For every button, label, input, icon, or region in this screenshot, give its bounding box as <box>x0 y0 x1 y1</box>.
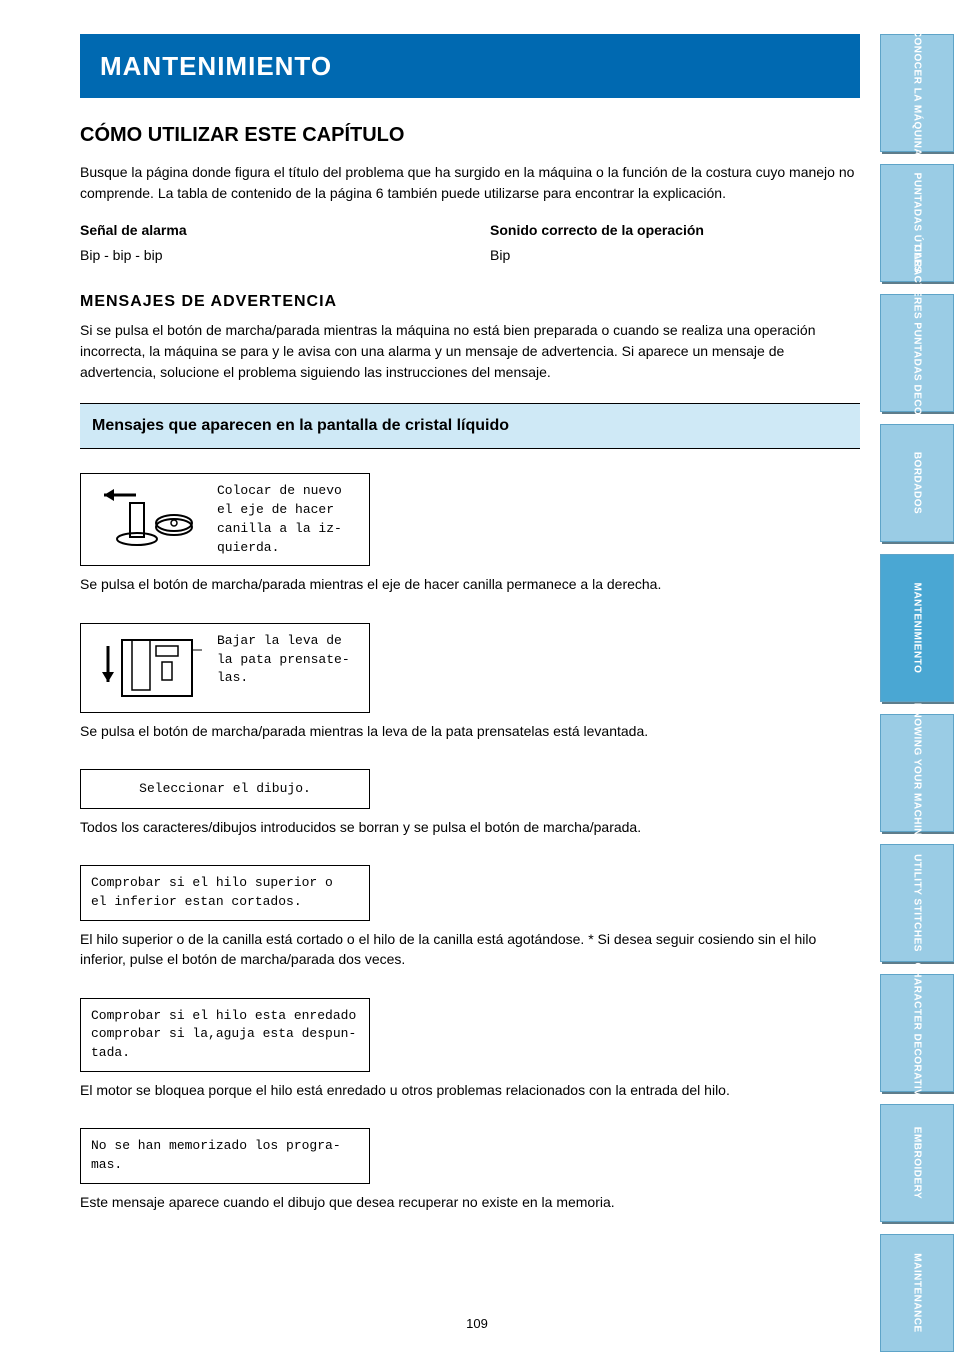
message-block: Seleccionar el dibujo. Todos los caracter… <box>80 769 860 837</box>
message-block: Comprobar si el hilo esta enredado compr… <box>80 998 860 1101</box>
side-tab[interactable]: MAINTENANCE <box>880 1234 954 1352</box>
lcd-display-text: Colocar de nuevo el eje de hacer canilla… <box>217 482 359 557</box>
presser-foot-icon <box>96 632 206 704</box>
warning-title: MENSAJES DE ADVERTENCIA <box>80 290 860 314</box>
side-tab[interactable]: EMBROIDERY <box>880 1104 954 1222</box>
message-block: Bajar la leva de la pata prensate- las. S… <box>80 623 860 741</box>
side-tab-label: CHARACTER DECORATIVE <box>912 963 923 1104</box>
lcd-display-box: Colocar de nuevo el eje de hacer canilla… <box>80 473 370 566</box>
message-explanation: Se pulsa el botón de marcha/parada mient… <box>80 574 860 594</box>
alarm-sound: Bip - bip - bip <box>80 245 450 266</box>
side-tab[interactable]: MANTENIMIENTO <box>880 554 954 702</box>
alarm-label: Señal de alarma <box>80 220 450 241</box>
side-tab[interactable]: UTILITY STITCHES <box>880 844 954 962</box>
side-tab-label: BORDADOS <box>912 452 923 514</box>
lcd-display-box: Comprobar si el hilo superior o el infer… <box>80 865 370 921</box>
message-explanation: Se pulsa el botón de marcha/parada mient… <box>80 721 860 741</box>
lcd-display-text: Comprobar si el hilo esta enredado compr… <box>91 1007 356 1064</box>
messages-band-text: Mensajes que aparecen en la pantalla de … <box>92 417 509 434</box>
side-tab-label: KNOWING YOUR MACHINE <box>912 703 923 843</box>
message-explanation: Todos los caracteres/dibujos introducido… <box>80 817 860 837</box>
beep-info: Señal de alarma Bip - bip - bip Sonido c… <box>80 220 860 266</box>
chapter-header: MANTENIMIENTO <box>80 34 860 98</box>
ok-label: Sonido correcto de la operación <box>490 220 860 241</box>
message-block: Comprobar si el hilo superior o el infer… <box>80 865 860 969</box>
lcd-display-text: Seleccionar el dibujo. <box>139 780 311 799</box>
lcd-display-text: Bajar la leva de la pata prensate- las. <box>217 632 359 689</box>
foot-illustration <box>91 632 211 704</box>
howto-intro: Busque la página donde figura el título … <box>80 162 860 204</box>
messages-list: Colocar de nuevo el eje de hacer canilla… <box>80 473 860 1212</box>
warning-text: Si se pulsa el botón de marcha/parada mi… <box>80 320 860 383</box>
side-tab-label: UTILITY STITCHES <box>912 854 923 952</box>
bobbin-icon <box>96 483 206 553</box>
chapter-title: MANTENIMIENTO <box>100 51 332 82</box>
side-tab-label: MANTENIMIENTO <box>912 583 923 674</box>
message-block: Colocar de nuevo el eje de hacer canilla… <box>80 473 860 595</box>
message-block: No se han memorizado los progra- mas. Est… <box>80 1128 860 1212</box>
bobbin-illustration <box>91 482 211 554</box>
side-tabs: CONOCER LA MÁQUINAPUNTADAS ÚTILESCARACTE… <box>880 34 954 1352</box>
messages-band: Mensajes que aparecen en la pantalla de … <box>80 403 860 449</box>
page-content: CÓMO UTILIZAR ESTE CAPÍTULO Busque la pá… <box>80 120 860 1240</box>
side-tab-label: EMBROIDERY <box>912 1127 923 1199</box>
side-tab[interactable]: CHARACTER DECORATIVE <box>880 974 954 1092</box>
lcd-display-box: Bajar la leva de la pata prensate- las. <box>80 623 370 713</box>
howto-header: CÓMO UTILIZAR ESTE CAPÍTULO <box>80 120 860 150</box>
message-explanation: El motor se bloquea porque el hilo está … <box>80 1080 860 1100</box>
lcd-display-box: Comprobar si el hilo esta enredado compr… <box>80 998 370 1073</box>
side-tab[interactable]: BORDADOS <box>880 424 954 542</box>
lcd-display-box: Seleccionar el dibujo. <box>80 769 370 809</box>
side-tab[interactable]: CONOCER LA MÁQUINA <box>880 34 954 152</box>
side-tab[interactable]: CARACTERES PUNTADAS DECORATIVAS <box>880 294 954 412</box>
lcd-display-text: Comprobar si el hilo superior o el infer… <box>91 874 333 912</box>
side-tab-label: MAINTENANCE <box>912 1253 923 1332</box>
lcd-display-text: No se han memorizado los progra- mas. <box>91 1137 341 1175</box>
lcd-display-box: No se han memorizado los progra- mas. <box>80 1128 370 1184</box>
message-explanation: Este mensaje aparece cuando el dibujo qu… <box>80 1192 860 1212</box>
side-tab[interactable]: KNOWING YOUR MACHINE <box>880 714 954 832</box>
side-tab-label: CONOCER LA MÁQUINA <box>912 30 923 156</box>
page-number: 109 <box>466 1316 488 1331</box>
ok-sound: Bip <box>490 245 860 266</box>
message-explanation: El hilo superior o de la canilla está co… <box>80 929 860 970</box>
